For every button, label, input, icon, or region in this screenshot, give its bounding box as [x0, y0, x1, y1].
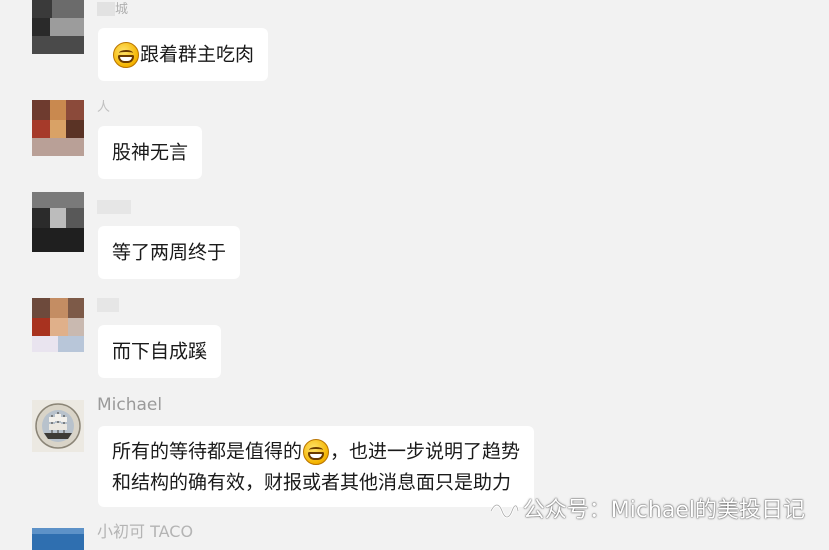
sender-name [97, 294, 119, 314]
avatar[interactable] [32, 192, 84, 252]
sender-name: Michael [97, 395, 163, 415]
wechat-channel-icon [489, 503, 519, 519]
grinning-face-icon [113, 41, 139, 68]
sender-name: 城 [97, 0, 129, 18]
message-bubble[interactable]: 等了两周终于 [98, 226, 241, 279]
avatar[interactable] [32, 100, 84, 156]
avatar[interactable] [32, 298, 84, 352]
avatar[interactable] [32, 528, 84, 550]
sender-name: 小初可 TACO [97, 522, 194, 541]
avatar[interactable] [32, 0, 84, 54]
message-bubble[interactable]: 而下自成蹊 [98, 325, 222, 378]
sender-name [97, 196, 131, 216]
avatar[interactable] [32, 400, 84, 452]
watermark: 公众号：Michael的美投日记 [489, 492, 805, 524]
message-bubble[interactable]: 股神无言 [98, 126, 203, 179]
ship-icon [35, 403, 81, 449]
grinning-face-icon [303, 438, 330, 465]
sender-name: 人 [97, 100, 111, 115]
message-bubble[interactable]: 跟着群主吃肉 [98, 28, 269, 81]
message-bubble[interactable]: 所有的等待都是值得的 ，也进一步说明了趋势 和结构的确有效，财报或者其他消息面只是… [98, 426, 535, 507]
